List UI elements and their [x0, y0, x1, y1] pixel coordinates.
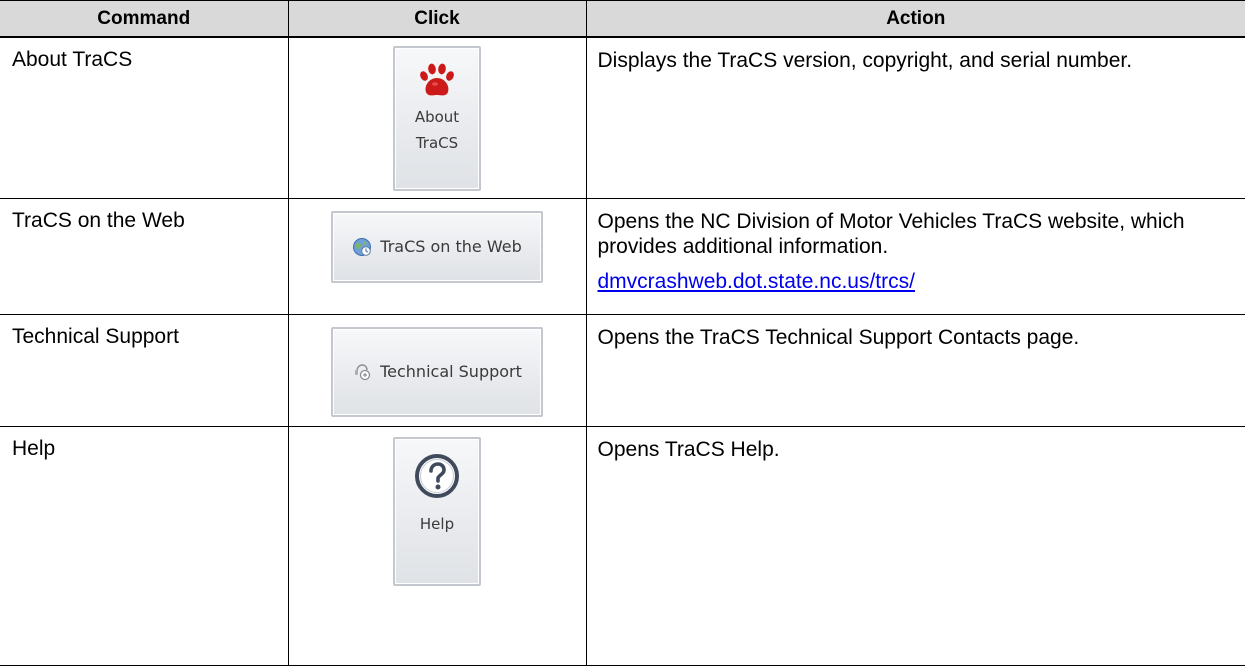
column-header-click: Click	[287, 0, 587, 38]
column-header-action: Action	[585, 0, 1245, 38]
click-cell: Help	[287, 425, 587, 666]
about-tracs-button[interactable]: About TraCS	[393, 46, 481, 191]
paw-icon	[417, 62, 457, 98]
action-text: Opens the TraCS Technical Support Contac…	[597, 325, 1080, 349]
click-cell: Technical Support	[287, 313, 587, 427]
table-header-row: Command Click Action	[0, 0, 1245, 38]
command-cell: Help	[0, 425, 289, 666]
command-cell: TraCS on the Web	[0, 197, 289, 315]
action-cell: Opens the NC Division of Motor Vehicles …	[585, 197, 1245, 315]
column-header-command: Command	[0, 0, 289, 38]
technical-support-button[interactable]: Technical Support	[331, 326, 543, 417]
tech-support-button-label: Technical Support	[380, 362, 522, 381]
command-cell: Technical Support	[0, 313, 289, 427]
commands-table: Command Click Action About TraCS About T…	[0, 0, 1245, 666]
action-text: Opens the NC Division of Motor Vehicles …	[597, 209, 1185, 258]
globe-icon	[352, 237, 372, 257]
table-row-technical-support: Technical Support Technical Support Open…	[0, 313, 1245, 427]
help-button[interactable]: Help	[393, 436, 481, 586]
tracs-website-link[interactable]: dmvcrashweb.dot.state.nc.us/trcs/	[598, 270, 915, 293]
action-text: Displays the TraCS version, copyright, a…	[597, 49, 1133, 72]
command-cell: About TraCS	[0, 36, 289, 199]
action-text: Opens TraCS Help.	[597, 437, 780, 461]
about-button-label-line2: TraCS	[415, 134, 459, 152]
action-cell: Opens TraCS Help.	[585, 425, 1245, 666]
web-button-label: TraCS on the Web	[380, 237, 522, 256]
action-cell: Displays the TraCS version, copyright, a…	[585, 36, 1245, 199]
support-icon	[352, 362, 372, 382]
table-row-help: Help Help Opens TraCS Help.	[0, 425, 1245, 666]
help-question-icon	[414, 453, 460, 499]
click-cell: About TraCS	[287, 36, 587, 199]
table-row-tracs-on-the-web: TraCS on the Web TraCS on the Web Opens …	[0, 197, 1245, 315]
tracs-on-the-web-button[interactable]: TraCS on the Web	[331, 210, 543, 283]
about-button-label-line1: About	[414, 108, 460, 126]
help-button-label: Help	[419, 514, 455, 533]
table-row-about-tracs: About TraCS About TraCS Displays the Tra…	[0, 36, 1245, 199]
click-cell: TraCS on the Web	[287, 197, 587, 315]
action-cell: Opens the TraCS Technical Support Contac…	[585, 313, 1245, 427]
